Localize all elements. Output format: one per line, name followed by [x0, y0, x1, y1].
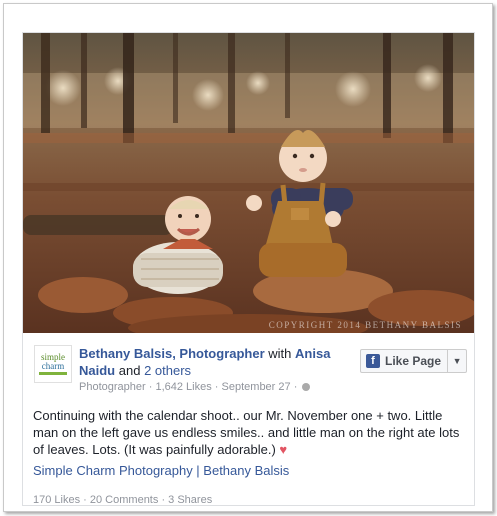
post-header: Bethany Balsis, Photographer with Anisa …	[79, 345, 349, 379]
facebook-post-card: COPYRIGHT 2014 BETHANY BALSIS simple cha…	[22, 32, 475, 506]
stats-separator: ·	[83, 494, 87, 506]
like-page-button[interactable]: f Like Page ▼	[360, 349, 468, 373]
avatar-text-line2: charm	[41, 361, 65, 371]
page-likes-count[interactable]: 1,642 Likes	[155, 381, 211, 393]
post-stats: 170 Likes · 20 Comments · 3 Shares	[33, 494, 212, 506]
post-body-text: Continuing with the calendar shoot.. our…	[33, 408, 460, 457]
like-page-dropdown[interactable]: ▼	[447, 350, 466, 372]
post-subline: Photographer · 1,642 Likes · September 2…	[79, 381, 311, 393]
page-category: Photographer	[79, 381, 146, 393]
and-text: and	[118, 363, 141, 378]
stats-separator: ·	[161, 494, 166, 506]
chevron-down-icon: ▼	[452, 356, 462, 366]
attached-link[interactable]: Simple Charm Photography | Bethany Balsi…	[33, 463, 289, 478]
subline-separator: ·	[148, 381, 153, 393]
subline-separator: ·	[214, 381, 219, 393]
subline-separator: ·	[293, 381, 298, 393]
others-link[interactable]: 2 others	[144, 363, 191, 378]
globe-icon	[302, 383, 311, 391]
shares-count[interactable]: 3 Shares	[168, 494, 212, 505]
heart-icon: ♥	[279, 442, 288, 457]
facebook-icon: f	[366, 354, 380, 368]
likes-count[interactable]: 170 Likes	[33, 494, 80, 505]
screenshot-frame: COPYRIGHT 2014 BETHANY BALSIS simple cha…	[3, 3, 493, 512]
page-name-link[interactable]: Bethany Balsis, Photographer	[79, 346, 265, 361]
page-avatar[interactable]: simple charm	[34, 345, 72, 383]
avatar-logo-bar	[39, 372, 67, 375]
post-photo[interactable]: COPYRIGHT 2014 BETHANY BALSIS	[23, 33, 474, 333]
post-body: Continuing with the calendar shoot.. our…	[33, 407, 463, 458]
post-date[interactable]: September 27	[222, 381, 291, 393]
photo-illustration	[23, 33, 474, 333]
comments-count[interactable]: 20 Comments	[90, 494, 158, 505]
photo-watermark: COPYRIGHT 2014 BETHANY BALSIS	[268, 320, 462, 330]
like-page-main[interactable]: f Like Page	[361, 350, 447, 372]
like-page-label: Like Page	[385, 354, 442, 368]
with-text: with	[268, 346, 292, 361]
